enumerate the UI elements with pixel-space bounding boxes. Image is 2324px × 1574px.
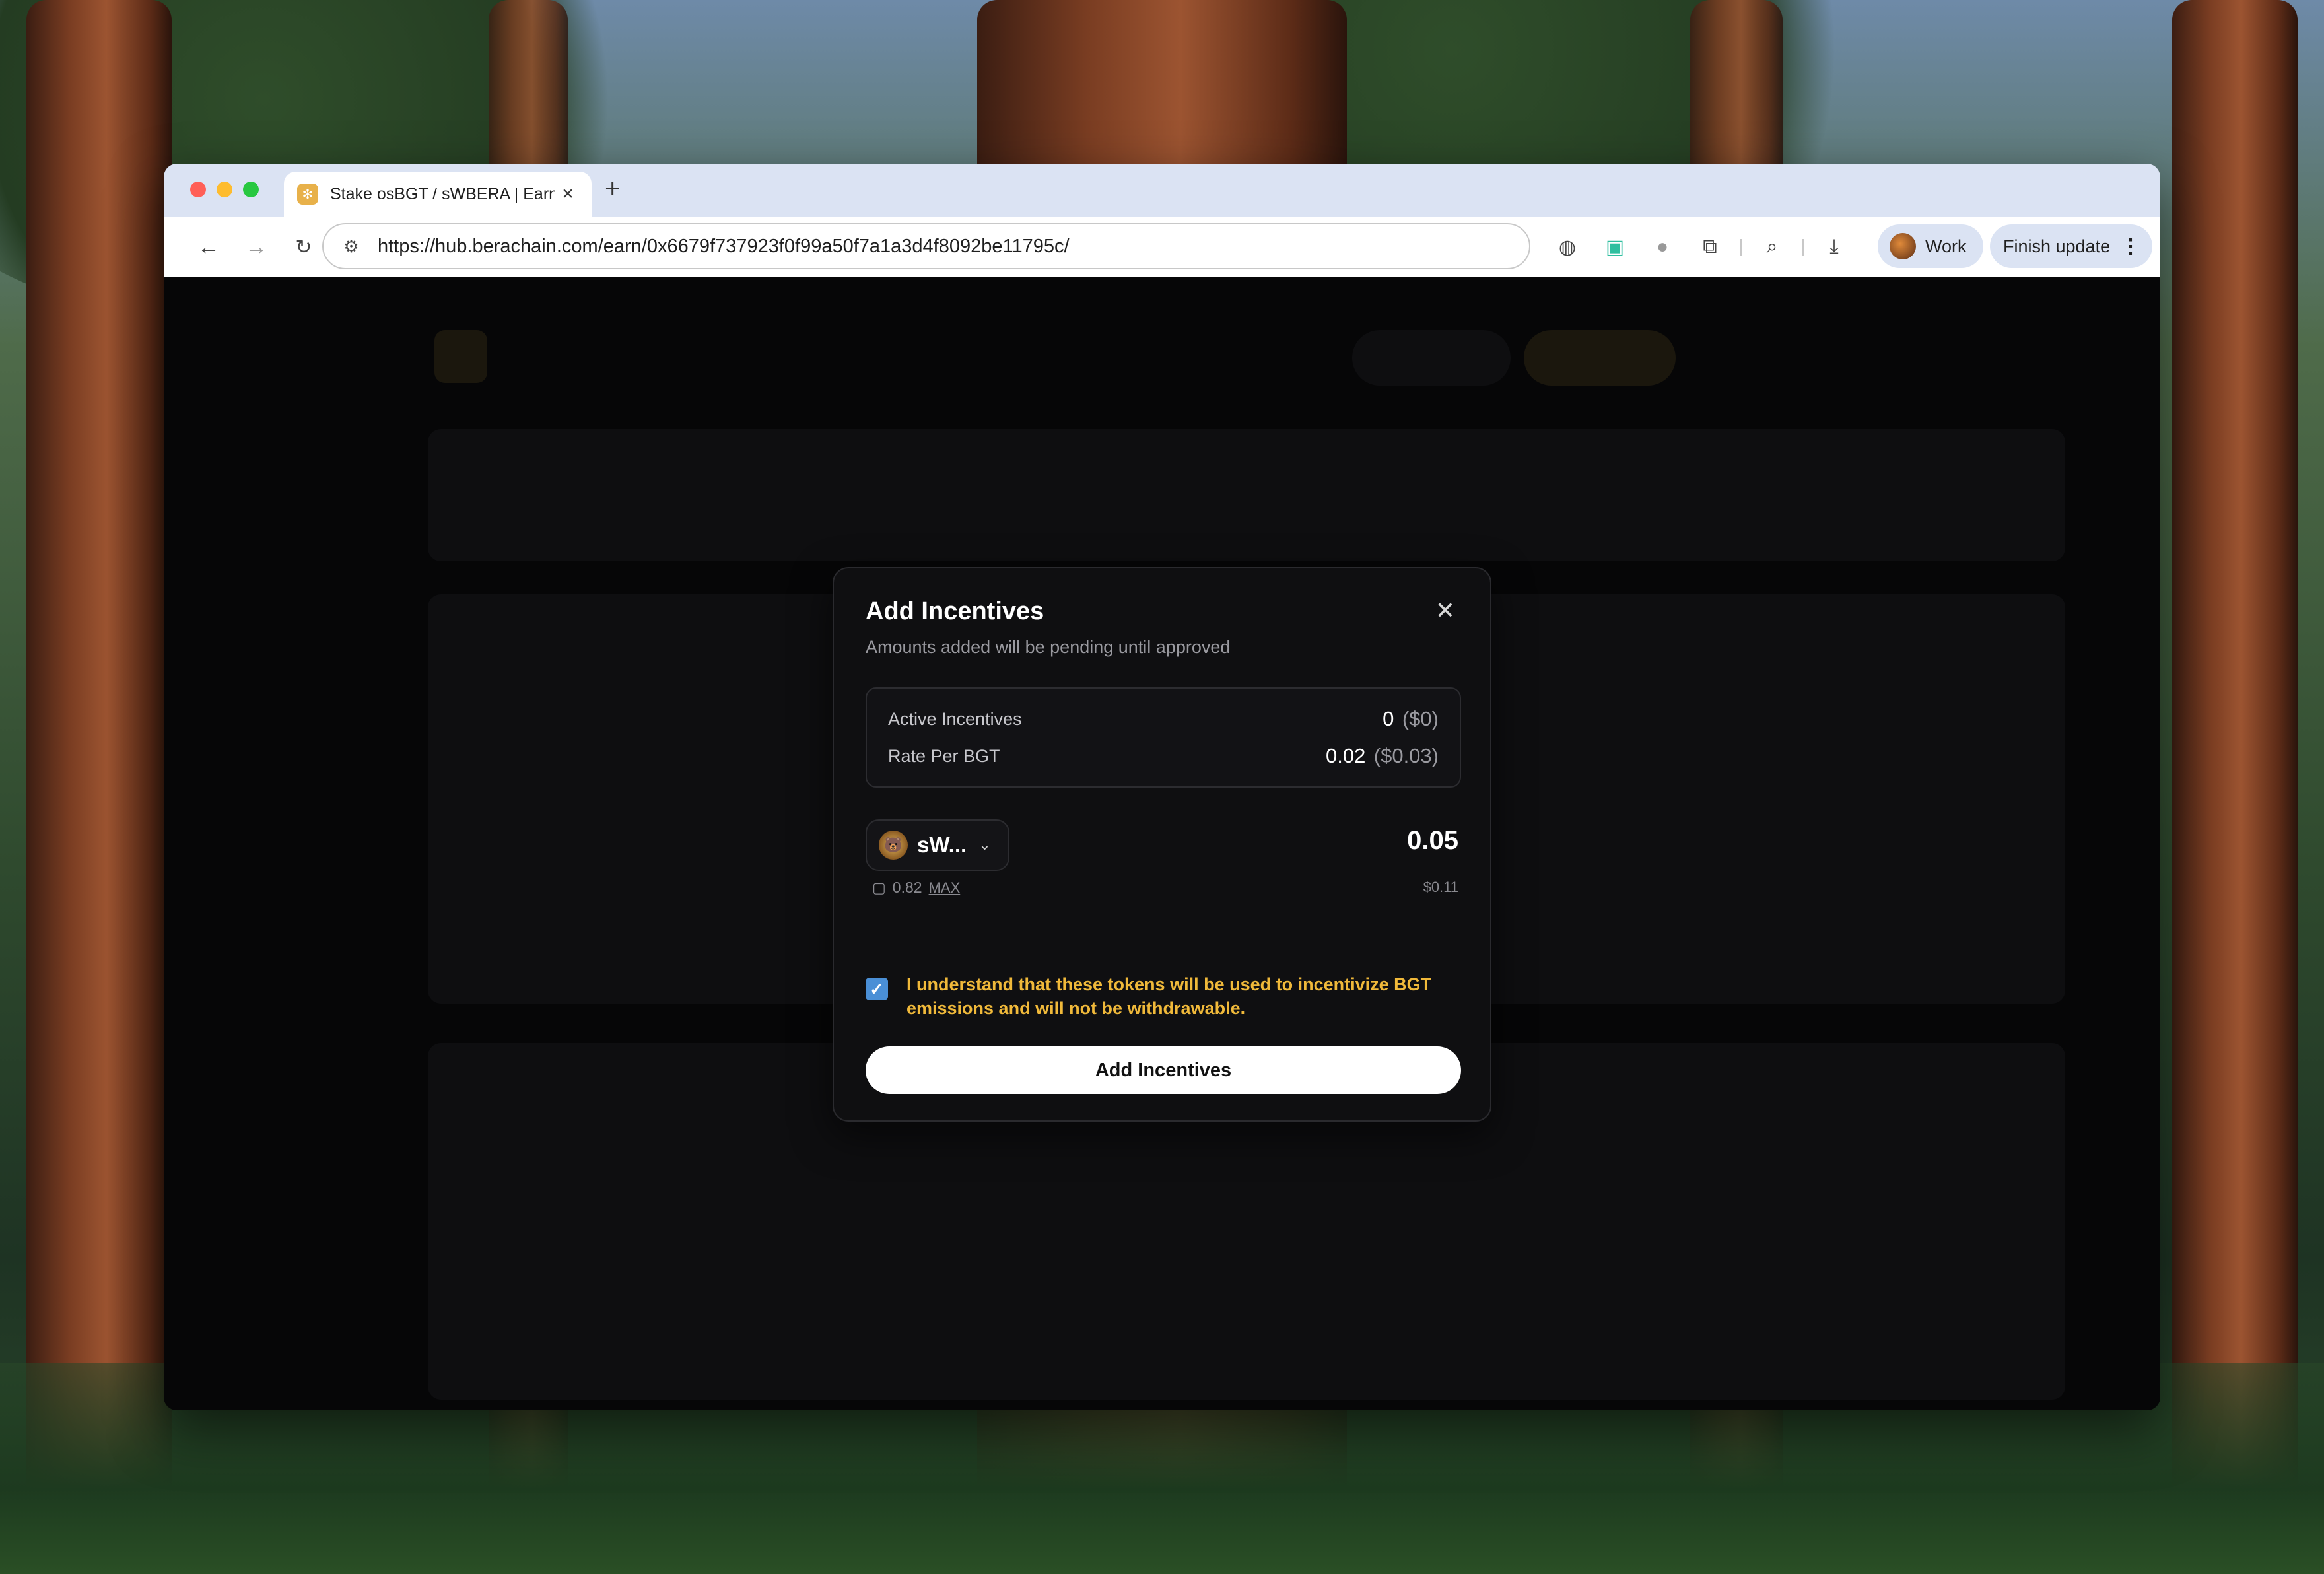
new-tab-button[interactable]: + (605, 174, 620, 204)
more-menu-icon[interactable]: ⋮ (2121, 235, 2140, 258)
token-symbol: sW... (917, 833, 967, 857)
browser-window: ✻ Stake osBGT / sWBERA | Earn × + ← → ↻ … (164, 164, 2160, 1410)
extensions-puzzle-icon[interactable]: ⧉ (1695, 232, 1725, 261)
address-bar[interactable]: ⚙ https://hub.berachain.com/earn/0x6679f… (322, 223, 1530, 269)
close-window-button[interactable] (190, 182, 206, 197)
amount-input[interactable]: 0.05 (1407, 826, 1458, 856)
modal-subtitle: Amounts added will be pending until appr… (866, 637, 1231, 657)
profile-button[interactable]: Work (1878, 224, 1983, 268)
acknowledge-text: I understand that these tokens will be u… (906, 975, 1432, 1018)
chevron-down-icon: ⌄ (978, 837, 991, 853)
extension-square-icon[interactable]: ▣ (1600, 232, 1629, 261)
add-incentives-button[interactable]: Add Incentives (866, 1046, 1461, 1094)
browser-toolbar: ← → ↻ ⚙ https://hub.berachain.com/earn/0… (164, 217, 2160, 277)
back-arrow-icon[interactable]: ← (193, 231, 224, 263)
active-incentives-value: 0 (1383, 707, 1394, 730)
tab-active[interactable]: ✻ Stake osBGT / sWBERA | Earn × (284, 172, 592, 217)
close-icon[interactable]: ✕ (1432, 597, 1458, 624)
incentive-summary: Active Incentives 0 ($0) Rate Per BGT 0.… (866, 687, 1461, 788)
minimize-window-button[interactable] (217, 182, 232, 197)
reload-icon[interactable]: ↻ (288, 231, 320, 263)
wallet-icon: ▢ (872, 879, 886, 896)
amount-usd: $0.11 (1423, 879, 1458, 895)
acknowledge-checkbox[interactable]: ✓ (866, 978, 888, 1000)
add-incentives-modal: Add Incentives Amounts added will be pen… (833, 567, 1491, 1122)
tab-close-icon[interactable]: × (557, 183, 578, 205)
tab-title: Stake osBGT / sWBERA | Earn (330, 184, 555, 203)
rate-per-bgt-usd: ($0.03) (1373, 744, 1439, 767)
active-incentives-usd: ($0) (1402, 707, 1439, 730)
rate-per-bgt-row: Rate Per BGT 0.02 ($0.03) (888, 744, 1439, 768)
tab-search-icon[interactable]: ⌕ (1758, 232, 1787, 261)
tab-bar: ✻ Stake osBGT / sWBERA | Earn × + (164, 164, 2160, 217)
favicon-icon: ✻ (297, 184, 318, 205)
token-balance: 0.82 (892, 879, 922, 896)
extension-circle-icon[interactable]: ● (1648, 232, 1677, 261)
modal-title: Add Incentives (866, 598, 1044, 625)
url-text: https://hub.berachain.com/earn/0x6679f73… (378, 235, 1070, 257)
site-settings-icon[interactable]: ⚙ (338, 233, 364, 259)
active-incentives-row: Active Incentives 0 ($0) (888, 707, 1439, 731)
password-manager-icon[interactable]: ◍ (1553, 232, 1582, 261)
finish-update-button[interactable]: Finish update ⋮ (1990, 224, 2152, 268)
active-incentives-label: Active Incentives (888, 708, 1022, 729)
rate-per-bgt-label: Rate Per BGT (888, 745, 1000, 766)
forward-arrow-icon[interactable]: → (240, 231, 272, 263)
maximize-window-button[interactable] (243, 182, 259, 197)
finish-update-label: Finish update (2003, 236, 2111, 256)
token-selector[interactable]: 🐻 sW... ⌄ (866, 819, 1009, 871)
window-controls (190, 182, 259, 197)
rate-per-bgt-value: 0.02 (1325, 744, 1366, 767)
avatar (1890, 233, 1916, 259)
download-icon[interactable]: ⤓ (1820, 232, 1849, 261)
max-button[interactable]: MAX (929, 879, 961, 897)
balance-row: ▢ 0.82 MAX (872, 879, 960, 897)
token-logo-icon: 🐻 (879, 831, 908, 860)
profile-label: Work (1925, 236, 1967, 256)
